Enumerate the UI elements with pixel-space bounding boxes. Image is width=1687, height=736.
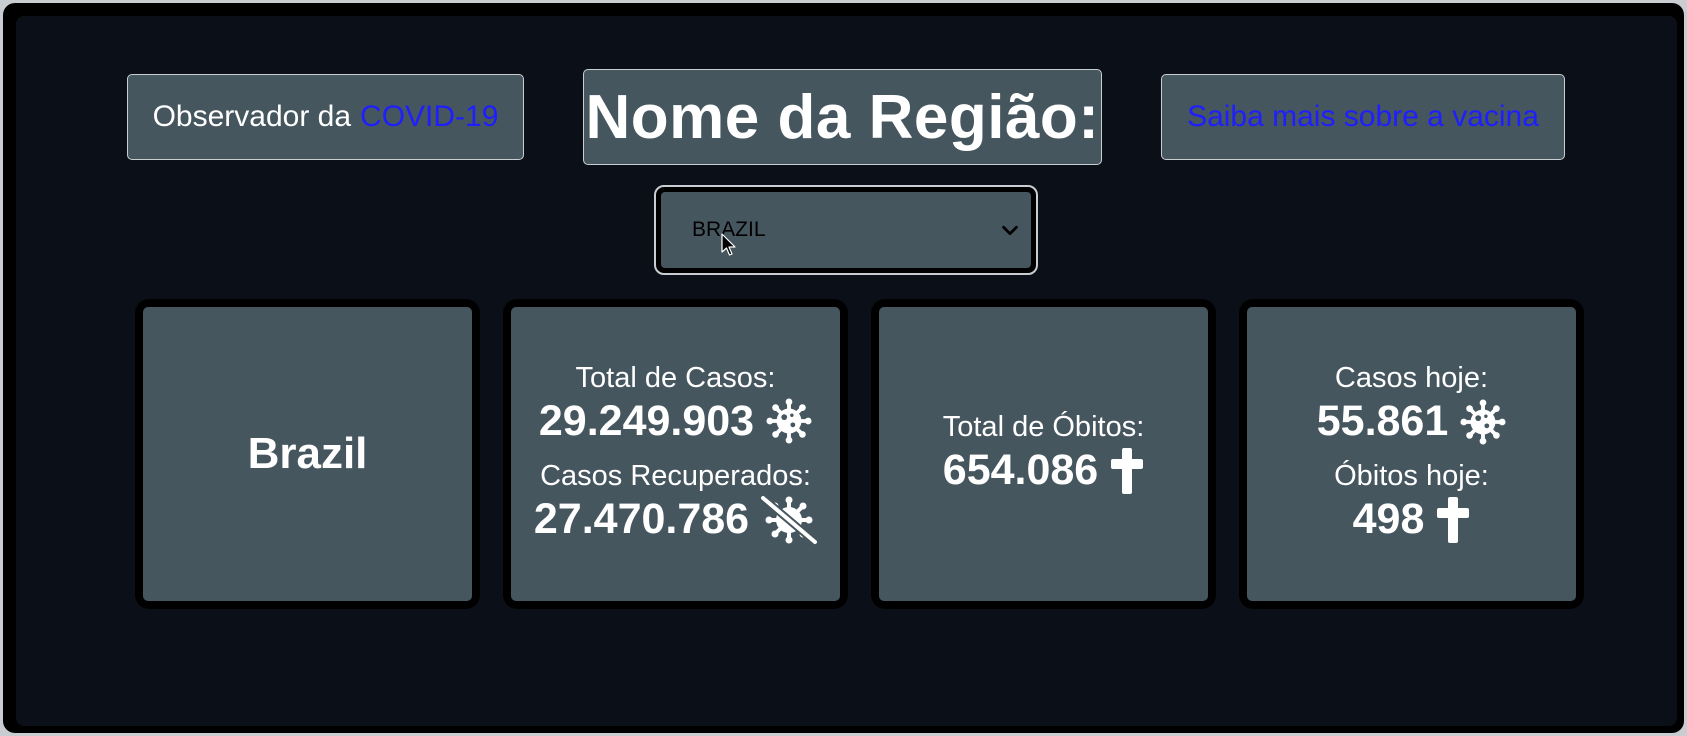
app-frame: Observador da COVID-19 Nome da Região: S…	[3, 3, 1684, 733]
cases-today-row: 55.861	[1317, 397, 1507, 446]
recovered-row: 27.470.786	[533, 494, 818, 545]
cases-today-value: 55.861	[1316, 397, 1449, 445]
virus-icon	[766, 398, 812, 444]
today-card-body: Casos hoje: 55.861 Óbitos hoje: 498	[1247, 307, 1576, 601]
total-cases-label: Total de Casos:	[575, 361, 776, 394]
page-title: Nome da Região:	[583, 69, 1102, 165]
page-background: Observador da COVID-19 Nome da Região: S…	[16, 16, 1677, 726]
virus-icon	[1460, 398, 1506, 445]
vaccine-link-panel[interactable]: Saiba mais sobre a vacina	[1161, 74, 1565, 160]
region-select[interactable]: BRAZIL	[661, 192, 1031, 268]
cross-icon	[1110, 447, 1144, 495]
total-deaths-value: 654.086	[942, 446, 1099, 494]
virus-slash-icon	[761, 494, 818, 545]
region-select-value: BRAZIL	[692, 218, 766, 241]
region-card-body: Brazil	[143, 307, 472, 601]
totals-card: Total de Casos: 29.249.903 Casos Recuper…	[503, 299, 848, 609]
deaths-card-body: Total de Óbitos: 654.086	[879, 307, 1208, 601]
region-card: Brazil	[135, 299, 480, 609]
recovered-value: 27.470.786	[533, 495, 750, 543]
region-name: Brazil	[247, 429, 368, 478]
today-card: Casos hoje: 55.861 Óbitos hoje: 498	[1239, 299, 1584, 609]
deaths-today-row: 498	[1353, 495, 1471, 544]
deaths-today-value: 498	[1352, 495, 1425, 543]
totals-card-body: Total de Casos: 29.249.903 Casos Recuper…	[511, 307, 840, 601]
app-brand-prefix: Observador da	[152, 100, 352, 133]
recovered-label: Casos Recuperados:	[540, 459, 811, 492]
deaths-card: Total de Óbitos: 654.086	[871, 299, 1216, 609]
region-select-wrapper: BRAZIL	[654, 185, 1038, 275]
chevron-down-icon	[1002, 225, 1018, 236]
total-deaths-label: Total de Óbitos:	[942, 411, 1145, 443]
total-cases-row: 29.249.903	[539, 397, 812, 446]
covid-link[interactable]: COVID-19	[360, 100, 498, 134]
cases-today-label: Casos hoje:	[1334, 362, 1489, 394]
total-cases-value: 29.249.903	[538, 396, 755, 445]
deaths-today-label: Óbitos hoje:	[1334, 460, 1489, 492]
total-deaths-row: 654.086	[943, 446, 1144, 495]
mouse-cursor-icon	[721, 233, 736, 256]
cross-icon	[1436, 496, 1470, 544]
vaccine-link[interactable]: Saiba mais sobre a vacina	[1187, 100, 1539, 134]
app-brand-panel: Observador da COVID-19	[127, 74, 524, 160]
